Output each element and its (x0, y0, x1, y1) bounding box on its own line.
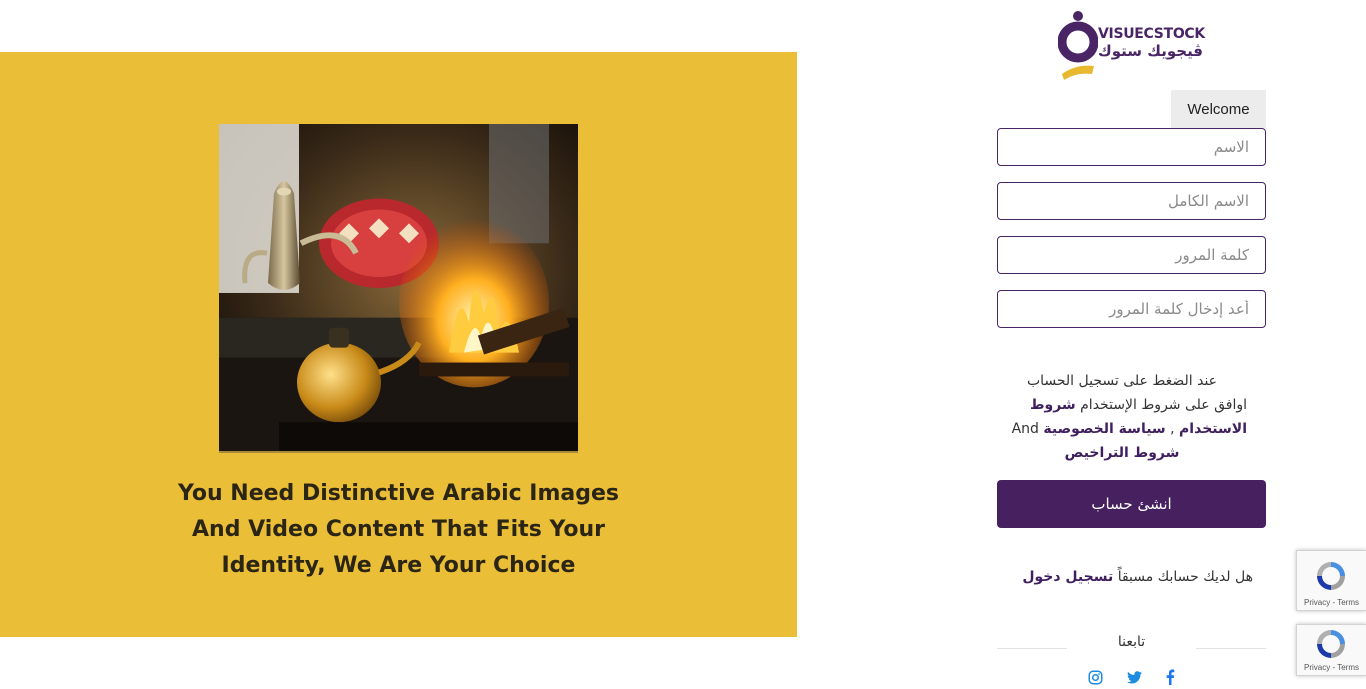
hero-caption: You Need Distinctive Arabic Images And V… (177, 481, 620, 578)
facebook-icon[interactable] (1161, 668, 1179, 686)
signup-page: You Need Distinctive Arabic Images And V… (0, 0, 1366, 689)
and-word: And (1011, 421, 1039, 437)
hero-section: You Need Distinctive Arabic Images And V… (0, 52, 797, 637)
terms-line-1: عند الضغط على تسجيل الحساب (1026, 373, 1218, 389)
recaptcha-icon (1317, 630, 1345, 658)
tab-welcome[interactable]: Welcome (1171, 90, 1266, 128)
instagram-icon[interactable] (1086, 668, 1104, 686)
logo-text-en: VISUECSTOCK (1098, 26, 1205, 42)
password-input[interactable] (997, 236, 1266, 274)
fullname-input[interactable] (997, 182, 1266, 220)
login-link[interactable]: تسجيل دخول (1022, 569, 1113, 585)
username-input[interactable] (997, 128, 1266, 166)
terms-separator: , (1165, 421, 1180, 437)
have-account-text: هل لديك حسابك مسبقاً (1117, 569, 1253, 585)
logo-mark-icon (1058, 11, 1098, 80)
password-confirm-input[interactable] (997, 290, 1266, 328)
recaptcha-icon (1317, 562, 1345, 590)
terms-line-2: اوافق على شروط الإستخدام (1080, 397, 1247, 413)
arabic-coffee-fire-image (219, 124, 578, 451)
licenses-terms-link[interactable]: شروط التراخيص (1065, 445, 1180, 461)
privacy-policy-link[interactable]: سياسة الخصوصية (1043, 421, 1165, 437)
twitter-icon[interactable] (1125, 668, 1143, 686)
create-account-button[interactable]: انشئ حساب (997, 480, 1266, 528)
recaptcha-badge-secondary[interactable]: Privacy - Terms (1296, 624, 1366, 676)
recaptcha-badge[interactable]: Privacy - Terms (1296, 550, 1366, 611)
visuecstock-logo[interactable]: VISUECSTOCK ڤيجويك ستوك (1058, 8, 1208, 82)
login-prompt: هل لديك حسابك مسبقاً تسجيل دخول (997, 569, 1253, 585)
hero-image (219, 124, 578, 453)
recaptcha-links[interactable]: Privacy - Terms (1297, 598, 1366, 607)
terms-notice: عند الضغط على تسجيل الحساب اوافق على شرو… (997, 369, 1247, 465)
recaptcha-links[interactable]: Privacy - Terms (1297, 663, 1366, 672)
divider-line-right (1196, 648, 1266, 649)
follow-us-divider: تابعنا (997, 634, 1266, 656)
logo-text-ar: ڤيجويك ستوك (1098, 42, 1204, 60)
